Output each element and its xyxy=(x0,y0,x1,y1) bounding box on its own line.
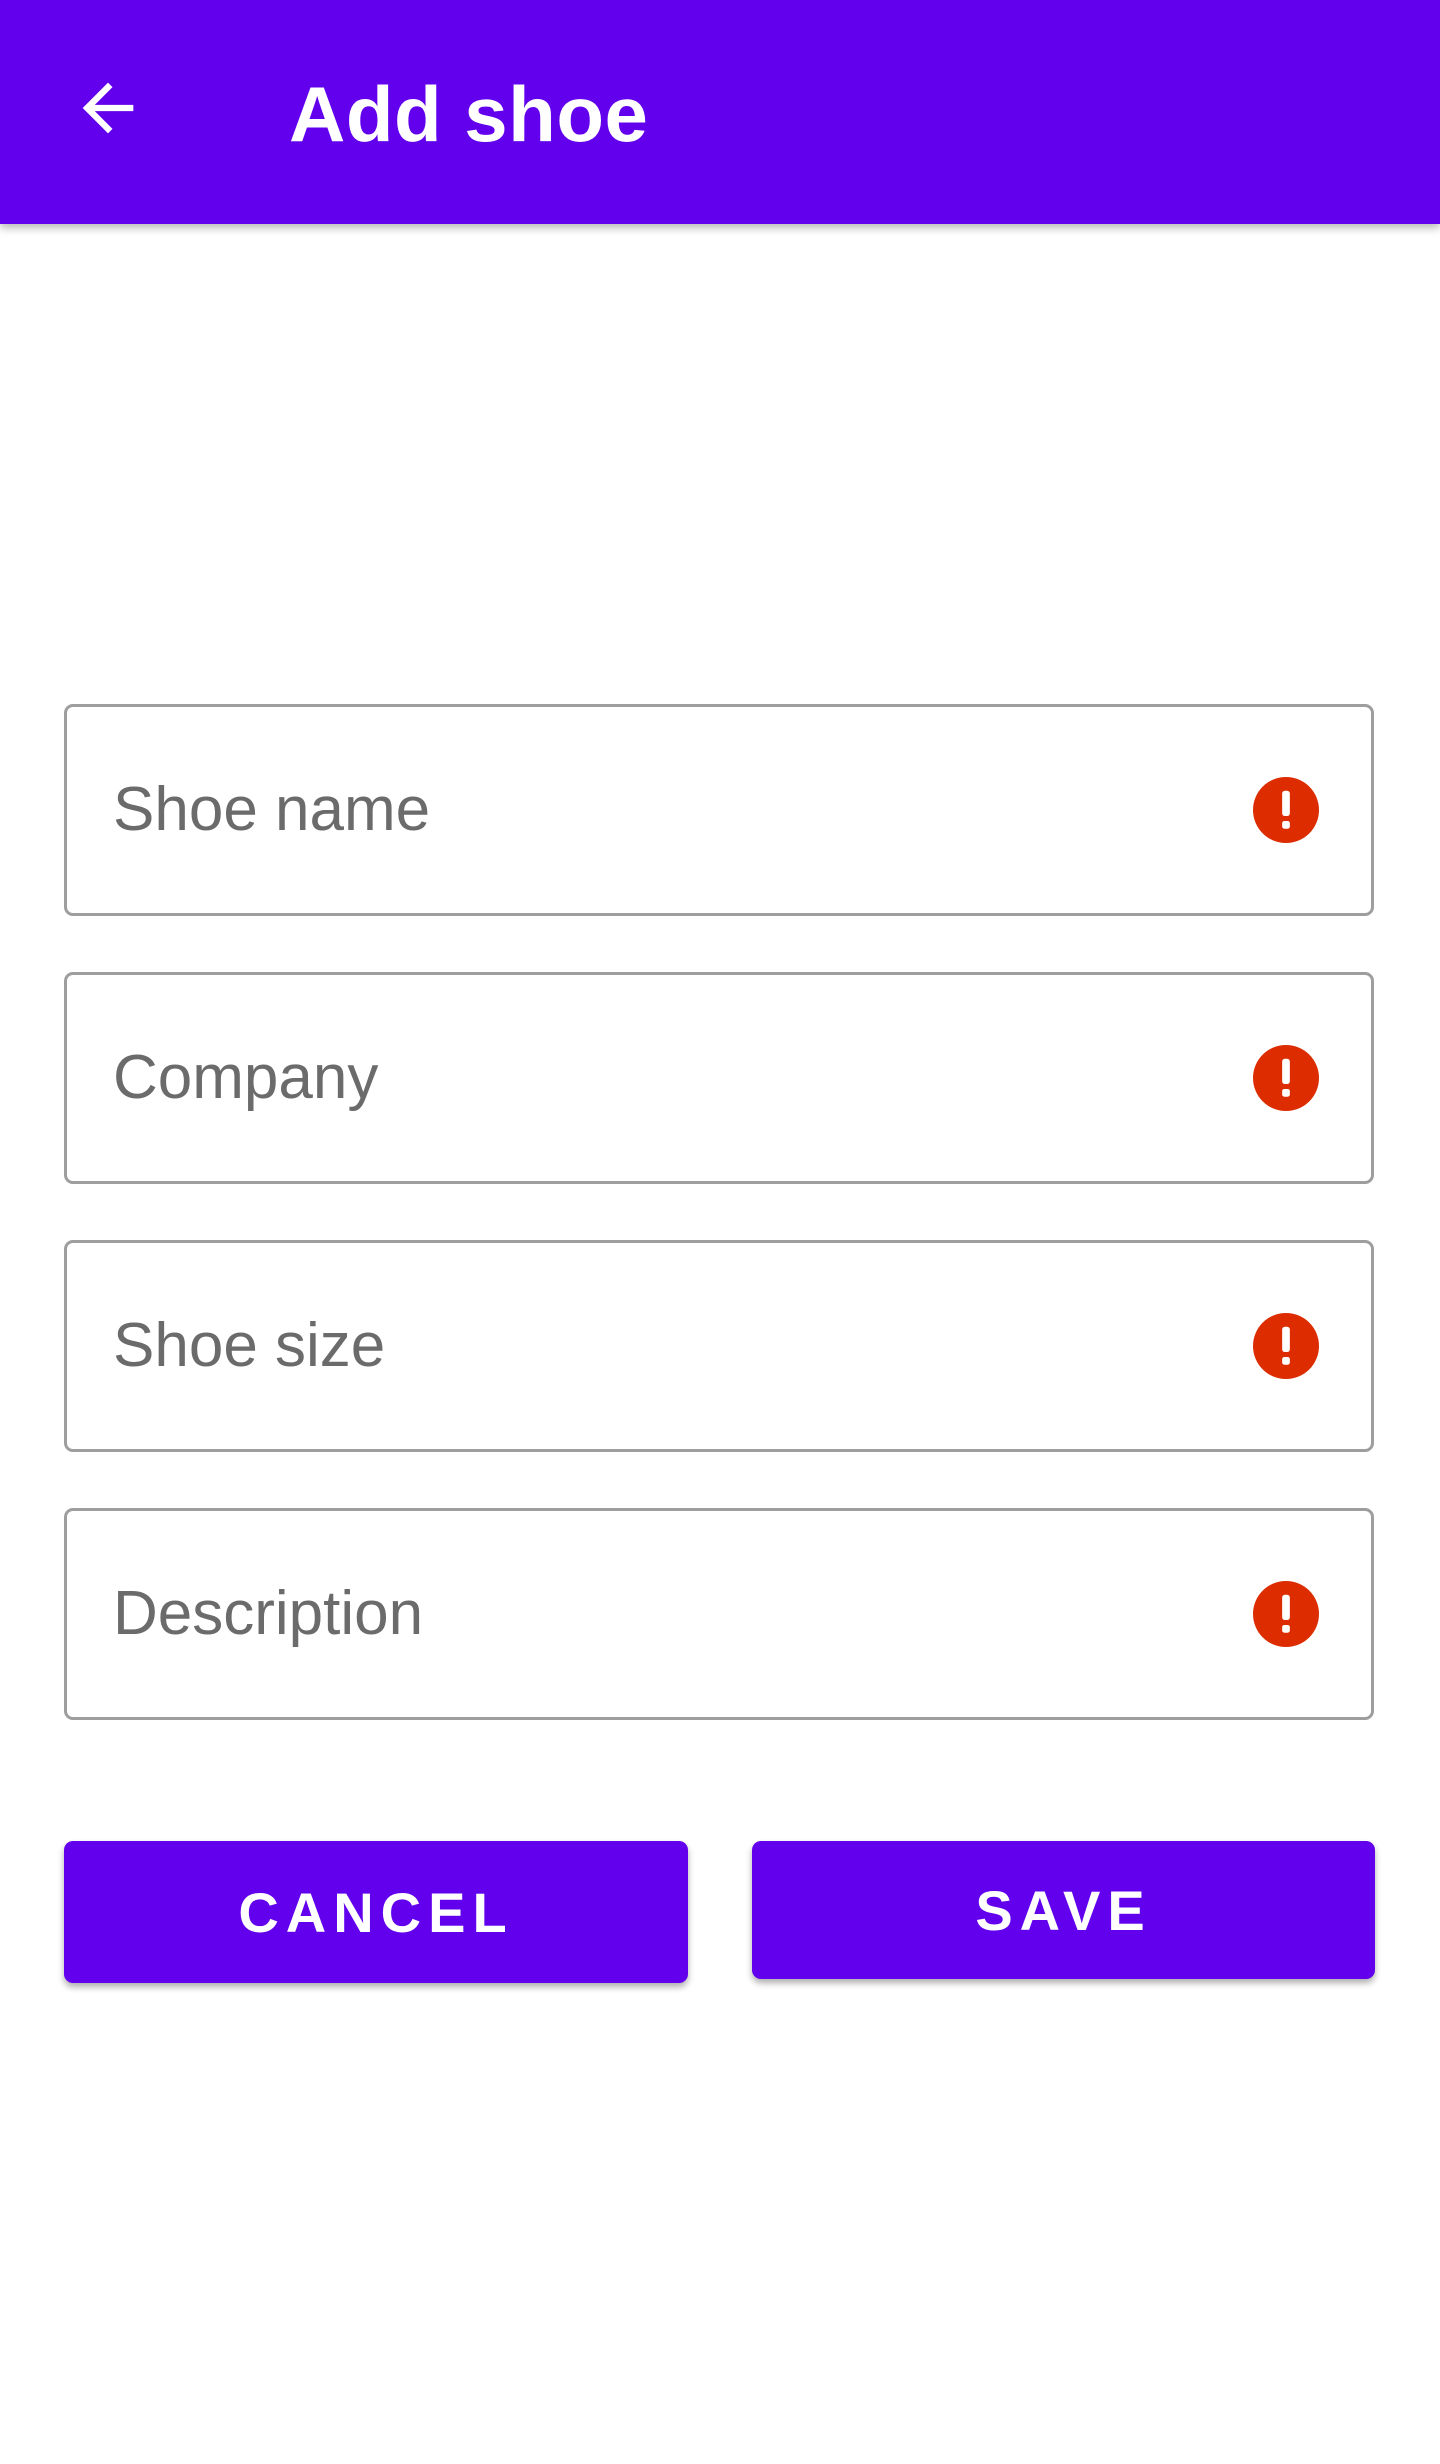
arrow-back-icon xyxy=(82,82,134,134)
description-placeholder: Description xyxy=(113,1579,424,1648)
shoe-size-placeholder: Shoe size xyxy=(113,1311,386,1380)
page-title: Add shoe xyxy=(289,70,649,158)
company-field[interactable]: Company xyxy=(64,972,1374,1184)
save-button[interactable]: SAVE xyxy=(752,1841,1375,1979)
cancel-button[interactable]: CANCEL xyxy=(64,1841,688,1983)
error-icon xyxy=(1253,1313,1319,1379)
error-icon xyxy=(1253,1045,1319,1111)
shoe-name-field[interactable]: Shoe name xyxy=(64,704,1374,916)
error-icon xyxy=(1253,777,1319,843)
shoe-size-field[interactable]: Shoe size xyxy=(64,1240,1374,1452)
shoe-name-placeholder: Shoe name xyxy=(113,775,431,844)
app-bar: Add shoe xyxy=(0,0,1440,224)
error-icon xyxy=(1253,1581,1319,1647)
description-field[interactable]: Description xyxy=(64,1508,1374,1720)
back-button[interactable] xyxy=(48,48,168,168)
company-placeholder: Company xyxy=(113,1043,379,1112)
